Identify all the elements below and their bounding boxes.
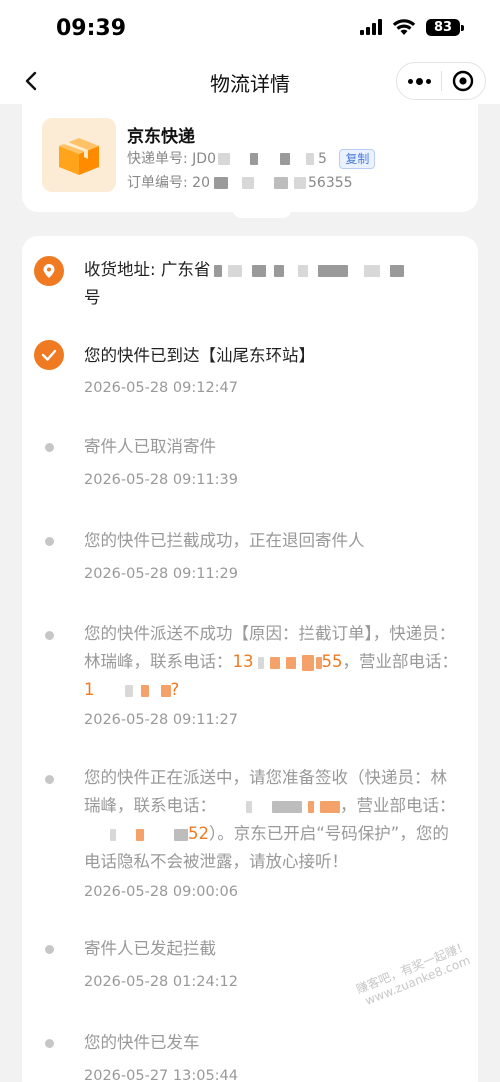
status-icons: 83 <box>360 18 464 36</box>
order-prefix: 20 <box>192 175 210 191</box>
address-province: 广东省 <box>160 260 211 279</box>
close-program-button[interactable] <box>442 63 485 99</box>
more-menu-button[interactable] <box>397 63 441 99</box>
event-time: 2026-05-28 09:00:06 <box>84 884 238 900</box>
address-label: 收货地址: <box>84 260 156 279</box>
event-text: 寄件人已取消寄件 <box>84 437 216 456</box>
battery-icon: 83 <box>426 18 464 36</box>
wifi-icon <box>392 19 416 35</box>
event-text: 您的快件已拦截成功，正在退回寄件人 <box>84 531 365 550</box>
courier-phone[interactable] <box>216 796 340 815</box>
event-text: 您的快件已到达【汕尾东环站】 <box>84 346 315 365</box>
nav-bar: 物流详情 <box>0 58 500 104</box>
tracking-label: 快递单号: <box>127 151 188 167</box>
tracking-number-row: 快递单号: JD0 5 复制 <box>127 148 376 169</box>
event-text: 您的快件已发车 <box>84 1033 200 1052</box>
timeline-dot <box>44 944 54 954</box>
order-number-row: 订单编号: 20 56355 <box>127 172 353 192</box>
event-time: 2026-05-28 09:11:27 <box>84 712 238 728</box>
mini-program-capsule <box>396 62 486 100</box>
office-phone[interactable]: 52 <box>84 824 209 843</box>
card-tab <box>232 206 292 218</box>
order-suffix: 56355 <box>308 175 353 191</box>
timeline-dot <box>44 536 54 546</box>
status-time: 09:39 <box>56 16 127 41</box>
event-time: 2026-05-28 09:11:39 <box>84 472 238 488</box>
event-time: 2026-05-28 01:24:12 <box>84 974 238 990</box>
status-bar: 09:39 83 <box>0 0 500 58</box>
courier-phone[interactable]: 13 55 <box>233 652 343 671</box>
event-time: 2026-05-28 09:12:47 <box>84 380 238 396</box>
signal-icon <box>360 19 382 35</box>
office-phone[interactable]: 1? <box>84 680 179 699</box>
target-icon <box>453 70 474 92</box>
timeline-dot <box>44 774 54 784</box>
copy-button[interactable]: 复制 <box>339 149 376 169</box>
event-text: 您的快件派送不成功【原因：拦截订单】，快递员：林瑞峰，联系电话：13 55，营业部… <box>84 624 458 699</box>
order-label: 订单编号: <box>127 175 188 191</box>
event-text: 您的快件正在派送中，请您准备签收（快递员：林瑞峰，联系电话： ，营业部电话：52）… <box>84 768 456 871</box>
courier-company: 京东快递 <box>127 127 195 147</box>
event-time: 2026-05-27 13:05:44 <box>84 1068 238 1082</box>
package-icon <box>42 118 116 192</box>
location-pin-icon <box>34 256 64 286</box>
timeline-dot <box>44 442 54 452</box>
timeline-card: 收货地址: 广东省 号 您的快件已到达【汕尾东环站】 2026-05-28 09… <box>22 236 478 1082</box>
check-icon <box>34 340 64 370</box>
event-text: 寄件人已发起拦截 <box>84 939 216 958</box>
timeline-dot <box>44 1038 54 1048</box>
tracking-suffix: 5 <box>318 151 327 167</box>
timeline-dot <box>44 630 54 640</box>
tracking-prefix: JD0 <box>192 151 216 167</box>
express-card: 京东快递 快递单号: JD0 5 复制 订单编号: 20 56355 <box>22 104 478 212</box>
address-tail: 号 <box>84 288 101 307</box>
event-time: 2026-05-28 09:11:29 <box>84 566 238 582</box>
